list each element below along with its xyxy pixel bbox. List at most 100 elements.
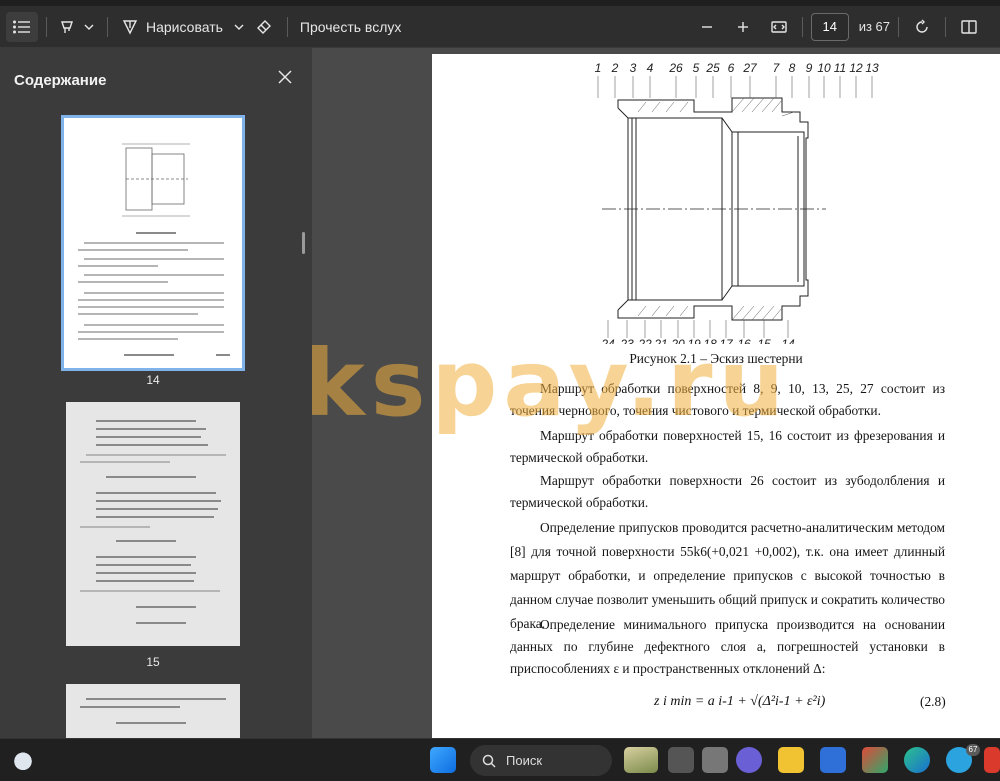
figure-number-label: 24 (600, 337, 615, 344)
figure-number-label: 27 (742, 61, 758, 75)
thumb-line (80, 461, 170, 463)
page-thumbnail-15[interactable] (66, 402, 240, 646)
sidebar-scrollbar[interactable] (302, 232, 305, 254)
fit-width-button[interactable] (764, 12, 794, 42)
document-viewer[interactable]: 1 2 3 4 26 5 25 6 27 7 8 9 10 11 12 13 24 23 22 21 20 19 18 17… (312, 48, 1000, 738)
pdf-icon[interactable] (984, 747, 1000, 773)
edge-icon[interactable] (904, 747, 930, 773)
paragraph-5: Определение минимального припуска произв… (510, 617, 945, 676)
thumb-line (84, 258, 224, 260)
figure-number-label: 19 (687, 337, 701, 344)
figure-number-label: 17 (719, 337, 734, 344)
figure-number-label: 1 (595, 61, 602, 75)
thumb-line (84, 274, 224, 276)
draw-dropdown[interactable] (229, 12, 249, 42)
figure-number-label: 5 (693, 61, 700, 75)
thumb-line (116, 722, 186, 724)
minus-icon (701, 25, 712, 28)
divider (898, 16, 899, 37)
app-icon[interactable] (862, 747, 888, 773)
figure-number-label: 26 (668, 61, 683, 75)
thumb-line (96, 564, 191, 566)
figure-number-label: 6 (728, 61, 735, 75)
taskbar: Поиск 67 (0, 738, 1000, 781)
thumb-line (78, 338, 178, 340)
thumbnail-drawing (122, 143, 190, 217)
divider (286, 16, 288, 37)
thumb-line (78, 281, 168, 283)
paragraph-3: Маршрут обработки поверхности 26 состоит… (510, 473, 945, 510)
weather-icon[interactable] (10, 747, 36, 773)
thumb-line (96, 436, 201, 438)
figure-number-label: 15 (757, 337, 771, 344)
thumb-line (96, 492, 216, 494)
chevron-down-icon (84, 24, 94, 30)
plus-icon (737, 21, 748, 32)
erase-button[interactable] (249, 12, 279, 42)
thumb-line (96, 508, 218, 510)
highlight-dropdown[interactable] (79, 12, 99, 42)
zoom-in-button[interactable] (728, 12, 758, 42)
store-icon[interactable] (820, 747, 846, 773)
divider (945, 16, 946, 37)
thumb-line (78, 265, 158, 267)
thumb-line (96, 500, 221, 502)
page-thumbnail-16[interactable] (66, 684, 240, 738)
sidebar-title: Содержание (14, 72, 107, 89)
highlight-button[interactable] (55, 12, 79, 42)
fit-width-icon (771, 20, 787, 33)
zoom-out-button[interactable] (692, 12, 722, 42)
divider (46, 16, 47, 37)
contents-sidebar: Содержание 14 15 (0, 48, 312, 738)
rotate-button[interactable] (907, 12, 937, 42)
draw-button[interactable]: Нарисовать (116, 12, 229, 42)
pen-icon (122, 19, 138, 35)
figure-number-label: 10 (817, 61, 831, 75)
figure-number-label: 13 (865, 61, 879, 75)
figure-number-label: 21 (653, 337, 667, 344)
chat-icon[interactable] (736, 747, 762, 773)
search-label: Поиск (506, 753, 543, 768)
files-icon[interactable] (702, 747, 728, 773)
read-aloud-button[interactable]: Прочесть вслух (296, 12, 405, 42)
read-aloud-label: Прочесть вслух (299, 18, 402, 35)
two-page-icon (961, 19, 977, 34)
thumbnail-label-14: 14 (146, 373, 160, 387)
thumb-line (96, 572, 196, 574)
task-view-icon[interactable] (668, 747, 694, 773)
explorer-icon[interactable] (778, 747, 804, 773)
thumb-line (78, 306, 224, 308)
figure-number-label: 18 (703, 337, 717, 344)
paragraph-2: Маршрут обработки поверхностей 15, 16 со… (510, 428, 945, 465)
start-icon[interactable] (430, 747, 456, 773)
eraser-icon (256, 19, 271, 34)
page-number-input[interactable]: 14 (810, 12, 849, 41)
close-sidebar-button[interactable] (276, 68, 294, 86)
search-icon (482, 754, 496, 768)
thumb-line (78, 249, 188, 251)
thumb-line (84, 292, 224, 294)
figure-number-label: 20 (670, 337, 685, 344)
page-view-button[interactable] (954, 12, 984, 42)
toolbar: Нарисовать Прочесть вслух 14 из 67 (0, 6, 1000, 48)
formula-number: (2.8) (920, 694, 946, 709)
figure-number-label: 25 (705, 61, 720, 75)
thumb-line (80, 526, 150, 528)
thumb-line (96, 516, 214, 518)
highlighter-icon (61, 20, 73, 33)
figure-number-label: 12 (849, 61, 863, 75)
thumb-line (96, 556, 196, 558)
thumb-line (136, 232, 176, 234)
figure-number-label: 2 (611, 61, 619, 75)
thumb-line (78, 331, 224, 333)
widgets-icon[interactable] (624, 747, 658, 773)
contents-toggle-button[interactable] (6, 11, 38, 42)
draw-label: Нарисовать (146, 18, 223, 35)
thumb-line (116, 540, 176, 542)
paragraph-1: Маршрут обработки поверхностей 8, 9, 10,… (510, 381, 945, 418)
thumb-line (124, 354, 174, 356)
page-thumbnail-14[interactable] (61, 115, 245, 371)
taskbar-search[interactable]: Поиск (470, 745, 612, 776)
figure-caption: Рисунок 2.1 – Эскиз шестерни (629, 351, 803, 366)
thumb-line (96, 444, 208, 446)
